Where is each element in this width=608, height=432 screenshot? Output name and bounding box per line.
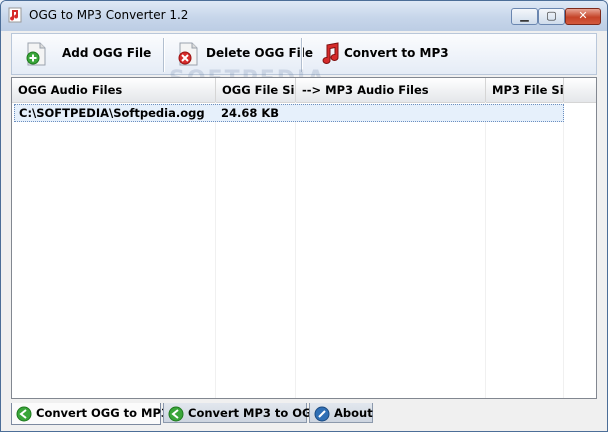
tab-strip: Convert OGG to MP3 Convert MP3 to OGG Ab… bbox=[11, 403, 597, 425]
app-window: OGG to MP3 Converter 1.2 ▁ ▢ ✕ Add OGG F… bbox=[0, 0, 608, 432]
file-list[interactable]: OGG Audio Files OGG File Si... --> MP3 A… bbox=[11, 77, 597, 399]
tab-convert-mp3-to-ogg[interactable]: Convert MP3 to OGG bbox=[163, 403, 321, 423]
tab-label: About bbox=[334, 406, 373, 420]
grid-line bbox=[295, 102, 296, 398]
column-header-ogg-files[interactable]: OGG Audio Files bbox=[12, 78, 216, 102]
music-note-icon bbox=[322, 42, 339, 64]
cell-mp3-file bbox=[297, 105, 301, 121]
column-header-mp3-files[interactable]: --> MP3 Audio Files bbox=[296, 78, 486, 102]
cell-ogg-size: 24.68 KB bbox=[221, 106, 280, 120]
delete-file-icon bbox=[178, 42, 198, 66]
grid-line bbox=[563, 102, 564, 398]
green-arrow-icon bbox=[16, 406, 32, 422]
list-header: OGG Audio Files OGG File Si... --> MP3 A… bbox=[12, 78, 596, 103]
app-icon bbox=[8, 7, 22, 23]
add-file-icon bbox=[26, 42, 46, 66]
column-header-mp3-size[interactable]: MP3 File Si... bbox=[486, 78, 564, 102]
green-arrow-icon bbox=[168, 406, 184, 422]
table-row[interactable]: C:\SOFTPEDIA\Softpedia.ogg 24.68 KB bbox=[14, 104, 564, 122]
toolbar-separator bbox=[163, 38, 165, 72]
delete-ogg-file-label: Delete OGG File bbox=[206, 46, 314, 60]
cell-mp3-size bbox=[487, 105, 491, 121]
grid-line bbox=[485, 102, 486, 398]
convert-to-mp3-label: Convert to MP3 bbox=[344, 46, 449, 60]
title-bar[interactable]: OGG to MP3 Converter 1.2 ▁ ▢ ✕ bbox=[1, 1, 607, 31]
blue-info-icon bbox=[314, 406, 330, 422]
tab-convert-ogg-to-mp3[interactable]: Convert OGG to MP3 bbox=[11, 403, 169, 425]
tab-label: Convert OGG to MP3 bbox=[36, 406, 169, 420]
close-button[interactable]: ✕ bbox=[565, 8, 601, 25]
add-ogg-file-label: Add OGG File bbox=[62, 46, 152, 60]
main-frame: Add OGG File Delete OGG File Convert to … bbox=[7, 31, 601, 425]
cell-ogg-file: C:\SOFTPEDIA\Softpedia.ogg bbox=[19, 106, 205, 120]
tab-about[interactable]: About bbox=[309, 403, 373, 423]
tab-label: Convert MP3 to OGG bbox=[188, 406, 321, 420]
grid-line bbox=[215, 102, 216, 398]
column-header-ogg-size[interactable]: OGG File Si... bbox=[216, 78, 296, 102]
add-ogg-file-button[interactable]: Add OGG File bbox=[14, 34, 162, 74]
maximize-button[interactable]: ▢ bbox=[538, 8, 565, 25]
minimize-button[interactable]: ▁ bbox=[511, 8, 538, 25]
window-title: OGG to MP3 Converter 1.2 bbox=[29, 8, 189, 22]
